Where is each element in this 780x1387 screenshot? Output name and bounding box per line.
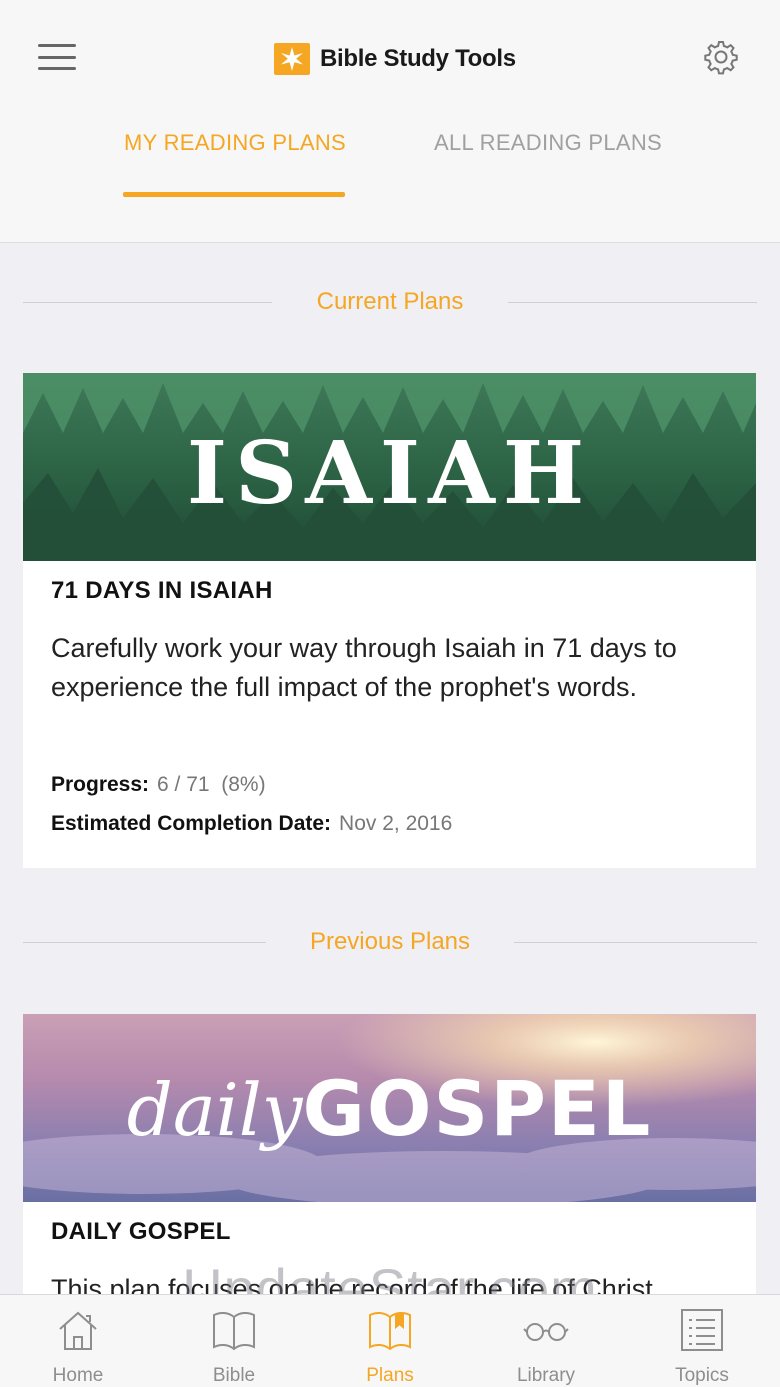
plan-completion-date: Estimated Completion Date: Nov 2, 2016: [51, 812, 452, 836]
plan-description: Carefully work your way through Isaiah i…: [51, 633, 677, 702]
completion-value: Nov 2, 2016: [339, 812, 453, 835]
plan-title: DAILY GOSPEL: [51, 1218, 231, 1245]
nav-plans[interactable]: Plans: [312, 1295, 468, 1387]
nav-library[interactable]: Library: [468, 1295, 624, 1387]
tab-my-reading-plans[interactable]: MY READING PLANS: [124, 130, 346, 156]
banner-text-bold: GOSPEL: [302, 1064, 653, 1153]
section-title: Previous Plans: [309, 928, 471, 955]
home-icon: [59, 1311, 97, 1350]
nav-home[interactable]: Home: [0, 1295, 156, 1387]
plan-card-isaiah[interactable]: ISAIAH 71 DAYS IN ISAIAH Carefully work …: [23, 373, 756, 868]
bible-study-tools-logo-icon: [274, 43, 310, 75]
nav-bible[interactable]: Bible: [156, 1295, 312, 1387]
divider: [23, 302, 272, 303]
section-title: Current Plans: [316, 288, 464, 315]
completion-label: Estimated Completion Date:: [51, 812, 332, 835]
banner-text: ISAIAH: [186, 423, 593, 524]
divider: [514, 942, 757, 943]
app-title: Bible Study Tools: [320, 45, 516, 72]
open-book-icon: [213, 1311, 255, 1351]
divider: [23, 942, 266, 943]
section-previous-plans: Previous Plans: [0, 924, 780, 960]
section-current-plans: Current Plans: [0, 284, 780, 320]
bottom-tab-bar: Home Bible Plans Library Topics: [0, 1294, 780, 1387]
divider: [508, 302, 757, 303]
app-brand: Bible Study Tools: [272, 38, 516, 80]
active-tab-indicator: [123, 192, 345, 197]
nav-label: Topics: [675, 1365, 729, 1386]
glasses-icon: [523, 1323, 569, 1341]
nav-topics[interactable]: Topics: [624, 1295, 780, 1387]
top-bar: Bible Study Tools MY READING PLANS ALL R…: [0, 0, 780, 243]
gear-icon[interactable]: [702, 38, 740, 76]
plan-title: 71 DAYS IN ISAIAH: [51, 577, 273, 604]
plan-progress: Progress: 6 / 71 (8%): [51, 773, 266, 797]
plan-banner-image: dailyGOSPEL: [23, 1014, 756, 1202]
nav-label: Plans: [366, 1365, 414, 1386]
banner-text-script: daily: [126, 1068, 303, 1152]
nav-label: Bible: [212, 1365, 256, 1386]
tab-all-reading-plans[interactable]: ALL READING PLANS: [434, 130, 662, 156]
hamburger-menu-icon[interactable]: [38, 42, 76, 72]
bookmarked-book-icon: [369, 1311, 411, 1351]
nav-label: Library: [516, 1365, 576, 1386]
nav-label: Home: [52, 1365, 104, 1386]
progress-label: Progress:: [51, 773, 150, 796]
plan-card-daily-gospel[interactable]: dailyGOSPEL DAILY GOSPEL This plan focus…: [23, 1014, 756, 1314]
list-icon: [681, 1309, 723, 1351]
banner-text: dailyGOSPEL: [23, 1064, 756, 1153]
plan-banner-image: ISAIAH: [23, 373, 756, 561]
progress-value: 6 / 71 (8%): [157, 773, 266, 796]
